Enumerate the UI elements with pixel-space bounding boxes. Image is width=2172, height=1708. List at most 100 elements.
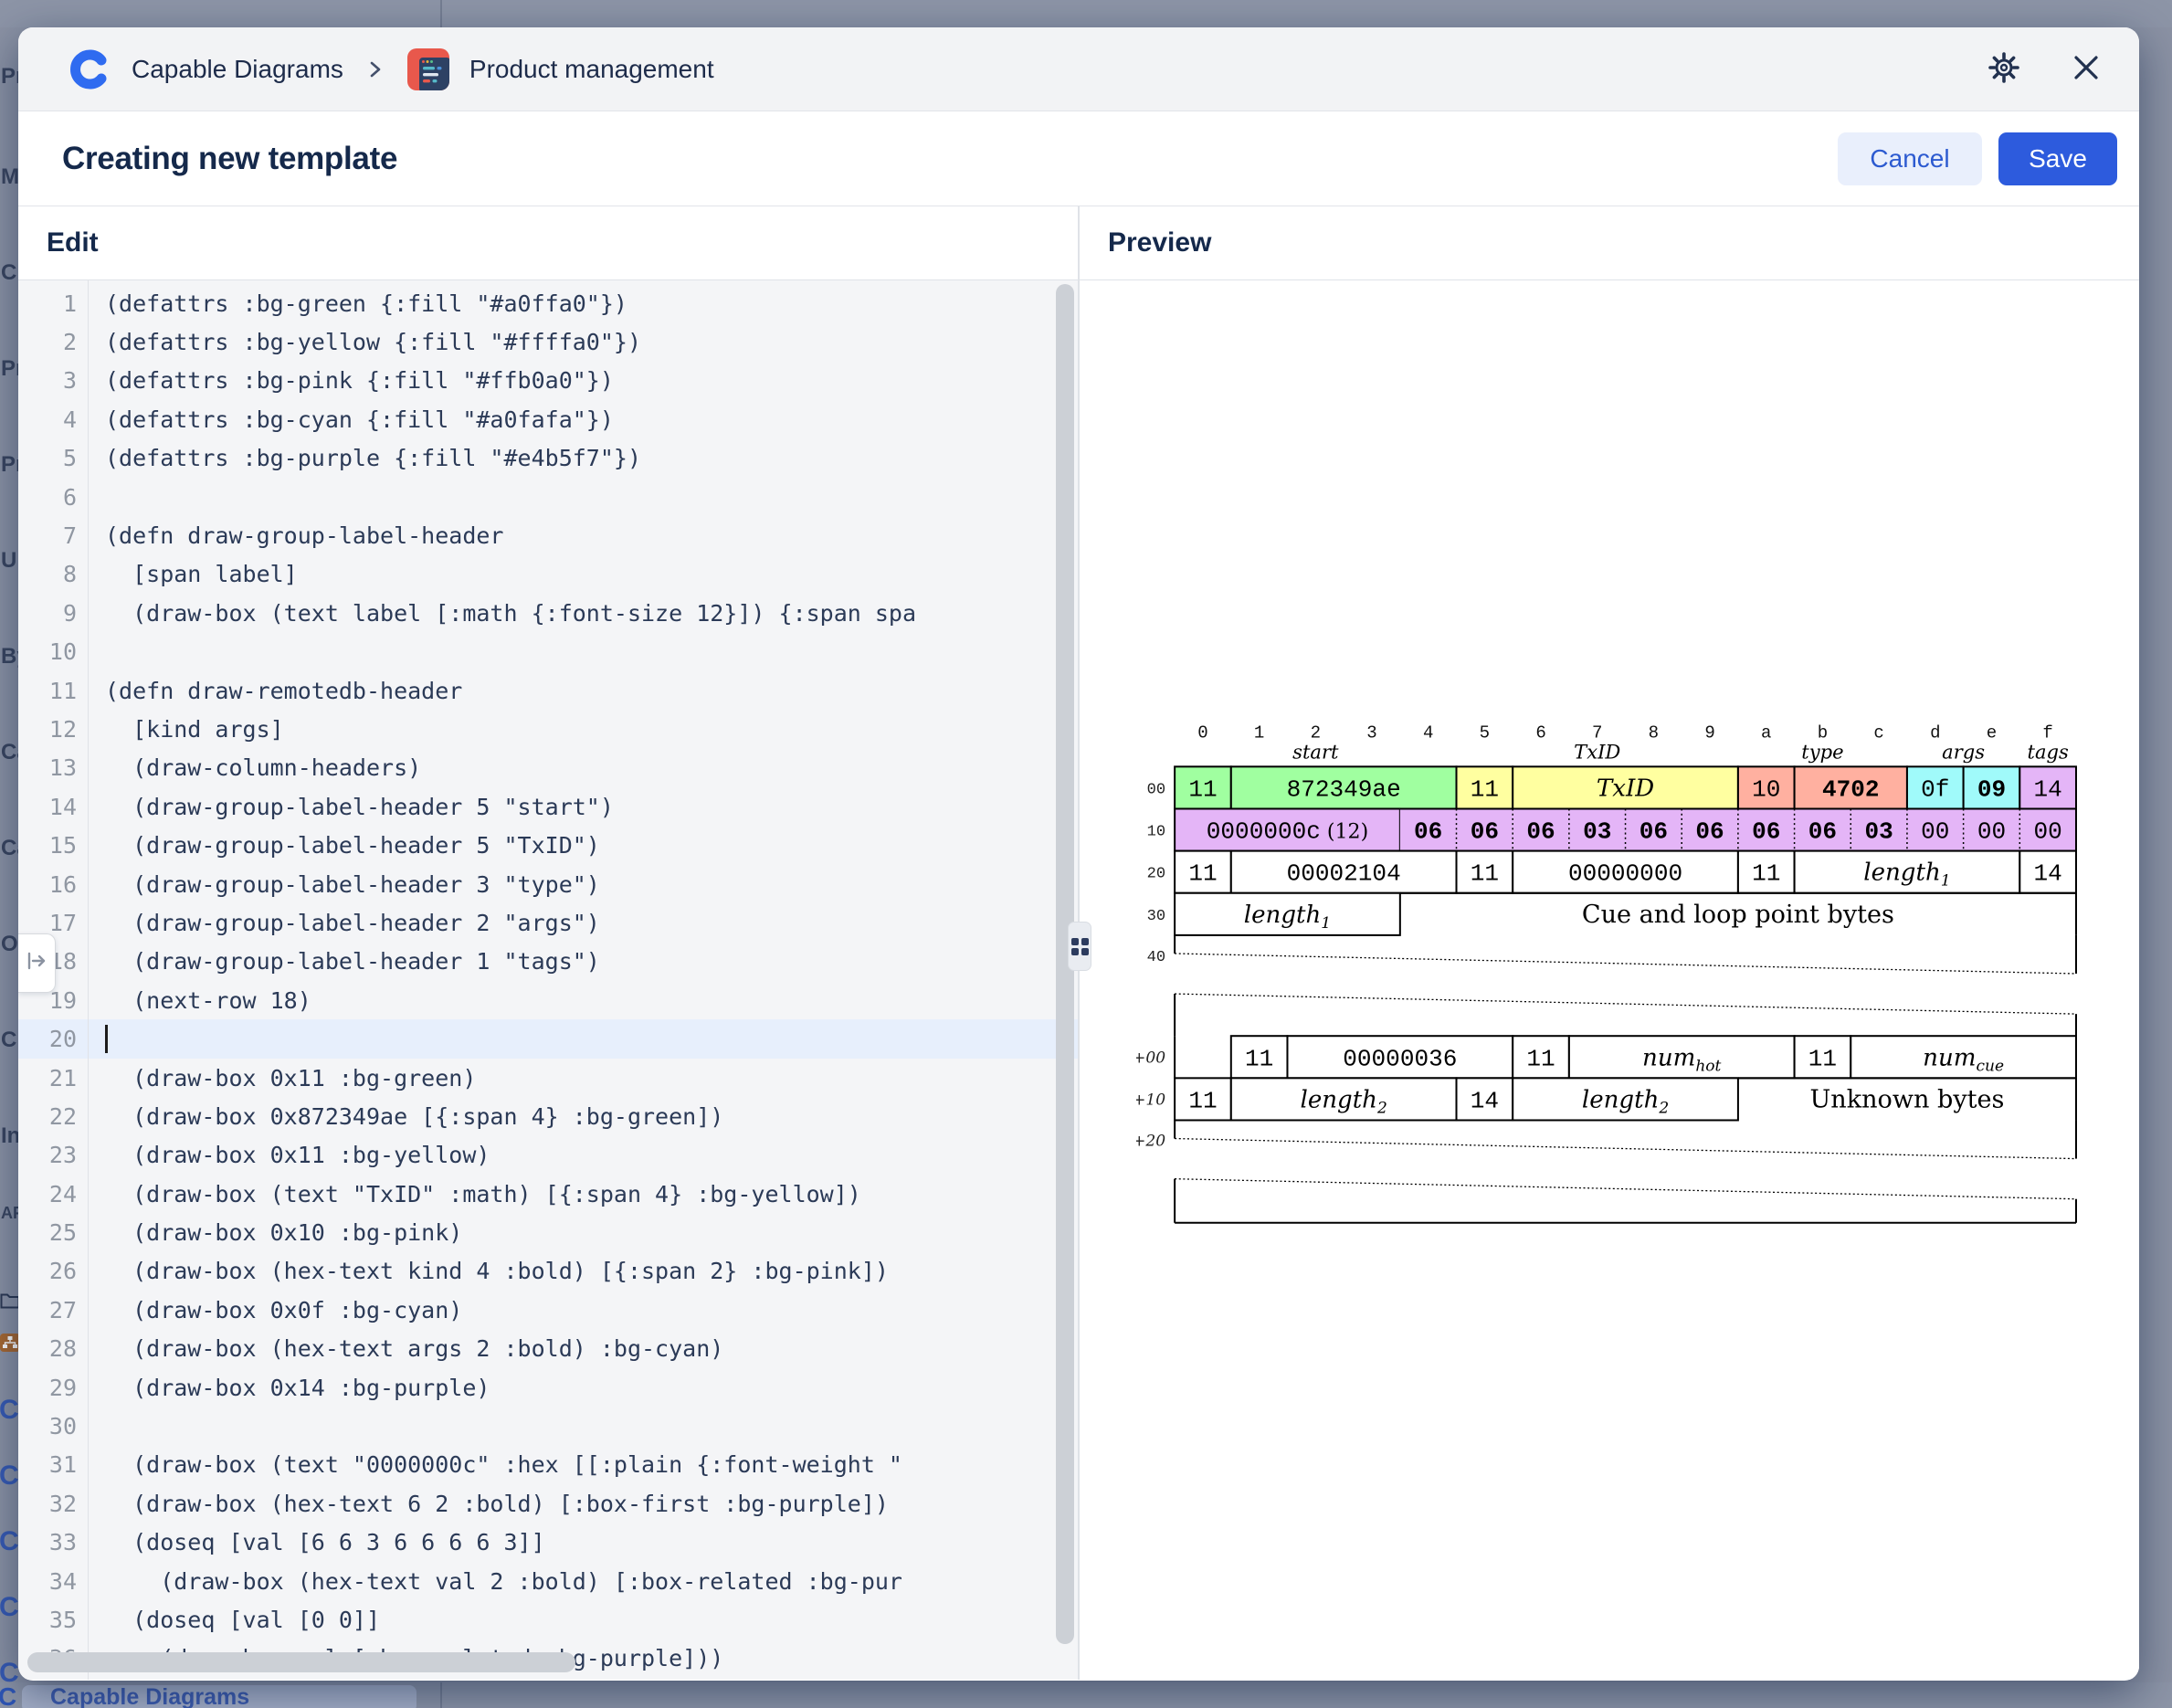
svg-text:9: 9 [1704, 722, 1714, 743]
code-line[interactable]: 3(defattrs :bg-pink {:fill "#ffb0a0"}) [18, 362, 1078, 400]
product-management-icon [407, 48, 449, 90]
line-number: 8 [18, 561, 88, 587]
svg-text:1: 1 [1254, 722, 1264, 743]
svg-text:8: 8 [1649, 722, 1659, 743]
code-text: [kind args] [105, 716, 284, 743]
drag-dot [1071, 938, 1079, 945]
svg-text:0f: 0f [1921, 775, 1949, 803]
code-line[interactable]: 14 (draw-group-label-header 5 "start") [18, 787, 1078, 826]
code-line[interactable]: 18 (draw-group-label-header 1 "tags") [18, 943, 1078, 981]
svg-text:09: 09 [1977, 775, 2006, 803]
svg-text:40: 40 [1147, 949, 1165, 966]
collapse-arrow-icon [26, 950, 47, 976]
code-line[interactable]: 2(defattrs :bg-yellow {:fill "#ffffa0"}) [18, 322, 1078, 361]
svg-text:03: 03 [1583, 818, 1611, 846]
svg-text:type: type [1801, 740, 1843, 763]
code-line[interactable]: 30 [18, 1407, 1078, 1445]
svg-text:TxID: TxID [1597, 775, 1654, 802]
code-line[interactable]: 27 (draw-box 0x0f :bg-cyan) [18, 1291, 1078, 1329]
settings-button[interactable] [1986, 49, 2022, 89]
code-line[interactable]: 28 (draw-box (hex-text args 2 :bold) :bg… [18, 1330, 1078, 1368]
code-line[interactable]: 4(defattrs :bg-cyan {:fill "#a0fafa"}) [18, 400, 1078, 438]
background-sidebar-label: M [1, 164, 18, 190]
code-text: (draw-box (hex-text args 2 :bold) :bg-cy… [105, 1335, 723, 1362]
code-text: (draw-box (hex-text kind 4 :bold) [{:spa… [105, 1258, 889, 1284]
screen: PrMClPrPrUlByCaCaOuCrInAFCCCCC C Capable… [0, 0, 2172, 1708]
code-line[interactable]: 23 (draw-box 0x11 :bg-yellow) [18, 1136, 1078, 1175]
code-line[interactable]: 9 (draw-box (text label [:math {:font-si… [18, 594, 1078, 632]
code-line[interactable]: 12 [kind args] [18, 710, 1078, 748]
code-line[interactable]: 26 (draw-box (hex-text kind 4 :bold) [{:… [18, 1252, 1078, 1291]
code-text: (draw-group-label-header 2 "args") [105, 910, 600, 936]
code-line[interactable]: 24 (draw-box (text "TxID" :math) [{:span… [18, 1175, 1078, 1213]
code-text: (draw-box 0x872349ae [{:span 4} :bg-gree… [105, 1103, 723, 1130]
line-number: 6 [18, 484, 88, 511]
code-editor[interactable]: 1(defattrs :bg-green {:fill "#a0ffa0"})2… [18, 280, 1078, 1680]
code-line[interactable]: 35 (doseq [val [0 0]] [18, 1600, 1078, 1639]
background-sidebar-label: AF [1, 1204, 18, 1223]
code-text: (draw-box (hex-text val 2 :bold) [:box-r… [105, 1568, 902, 1595]
code-line[interactable]: 34 (draw-box (hex-text val 2 :bold) [:bo… [18, 1562, 1078, 1600]
code-line[interactable]: 22 (draw-box 0x872349ae [{:span 4} :bg-g… [18, 1097, 1078, 1135]
close-icon [2070, 51, 2103, 87]
editor-horizontal-scrollbar[interactable] [27, 1652, 575, 1672]
code-line[interactable]: 6 [18, 478, 1078, 516]
code-line[interactable]: 16 (draw-group-label-header 3 "type") [18, 865, 1078, 903]
background-sidebar: PrMClPrPrUlByCaCaOuCrInAFCCCCC [0, 27, 18, 1682]
breadcrumb-app[interactable]: Capable Diagrams [132, 55, 343, 84]
save-button[interactable]: Save [1998, 132, 2117, 185]
line-number: 31 [18, 1451, 88, 1478]
code-line[interactable]: 15 (draw-group-label-header 5 "TxID") [18, 826, 1078, 864]
code-text: (draw-box (text label [:math {:font-size… [105, 600, 916, 627]
code-line[interactable]: 21 (draw-box 0x11 :bg-green) [18, 1059, 1078, 1097]
svg-text:11: 11 [1752, 860, 1780, 888]
line-number: 10 [18, 638, 88, 665]
edit-pane-label: Edit [47, 227, 99, 258]
code-text: (doseq [val [6 6 3 6 6 6 6 3]] [105, 1529, 545, 1555]
code-line[interactable]: 8 [span label] [18, 555, 1078, 594]
code-line[interactable]: 20 [18, 1019, 1078, 1058]
code-line[interactable]: 11(defn draw-remotedb-header [18, 671, 1078, 710]
code-line[interactable]: 1(defattrs :bg-green {:fill "#a0ffa0"}) [18, 284, 1078, 322]
svg-text:length1: length1 [1863, 859, 1950, 891]
svg-text:6: 6 [1535, 722, 1545, 743]
background-sidebar-label: In [1, 1123, 18, 1149]
svg-text:i+10: i+10 [1136, 1091, 1165, 1109]
code-line[interactable]: 31 (draw-box (text "0000000c" :hex [[:pl… [18, 1446, 1078, 1484]
svg-text:5: 5 [1480, 722, 1490, 743]
close-button[interactable] [2070, 51, 2103, 87]
svg-text:4702: 4702 [1822, 775, 1880, 803]
svg-text:00: 00 [1921, 818, 1949, 846]
code-line[interactable]: 17 (draw-group-label-header 2 "args") [18, 903, 1078, 942]
code-line[interactable]: 7(defn draw-group-label-header [18, 516, 1078, 554]
svg-text:tags: tags [2028, 740, 2069, 763]
code-line[interactable]: 29 (draw-box 0x14 :bg-purple) [18, 1368, 1078, 1407]
code-text: (draw-group-label-header 1 "tags") [105, 948, 600, 975]
line-number: 26 [18, 1258, 88, 1284]
edit-pane-header: Edit [18, 206, 1078, 280]
svg-text:11: 11 [1188, 775, 1217, 803]
svg-text:3: 3 [1366, 722, 1376, 743]
code-line[interactable]: 33 (doseq [val [6 6 3 6 6 6 6 3]] [18, 1523, 1078, 1562]
background-link: Capable Diagrams [50, 1684, 249, 1708]
capable-diagrams-logo-icon [69, 48, 111, 90]
code-line[interactable]: 19 (next-row 18) [18, 981, 1078, 1019]
line-number: 21 [18, 1065, 88, 1091]
breadcrumb-page[interactable]: Product management [469, 55, 714, 84]
code-line[interactable]: 5(defattrs :bg-purple {:fill "#e4b5f7"}) [18, 439, 1078, 478]
pane-resize-handle[interactable] [1068, 922, 1091, 971]
collapse-editor-button[interactable] [18, 933, 56, 993]
code-line[interactable]: 32 (draw-box (hex-text 6 2 :bold) [:box-… [18, 1484, 1078, 1523]
gutter-divider [88, 280, 89, 1680]
line-number: 2 [18, 329, 88, 355]
svg-text:length2: length2 [1300, 1086, 1386, 1117]
page-title: Creating new template [62, 141, 397, 177]
background-top-strip [0, 0, 2172, 27]
svg-text:11: 11 [1471, 775, 1499, 803]
svg-text:e: e [1987, 722, 1997, 743]
code-line[interactable]: 10 [18, 633, 1078, 671]
c-badge-icon: C [0, 1682, 16, 1708]
cancel-button[interactable]: Cancel [1838, 132, 1982, 185]
code-line[interactable]: 25 (draw-box 0x10 :bg-pink) [18, 1213, 1078, 1251]
code-line[interactable]: 13 (draw-column-headers) [18, 749, 1078, 787]
